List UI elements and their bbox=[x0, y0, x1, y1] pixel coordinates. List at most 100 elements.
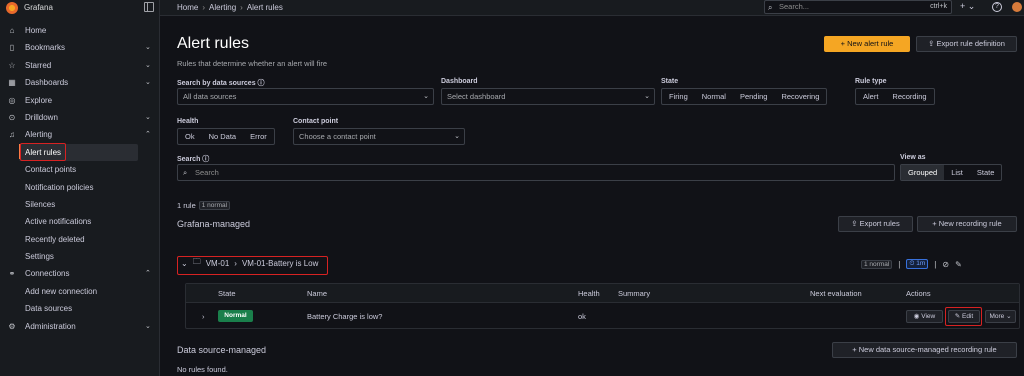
sidebar-item-explore[interactable]: ◎ Explore bbox=[0, 92, 160, 109]
chevron-down-icon[interactable]: ⌄ bbox=[145, 74, 151, 91]
home-icon: ⌂ bbox=[9, 26, 15, 35]
chevron-down-icon[interactable]: ⌄ bbox=[145, 57, 151, 74]
dashboard-select[interactable]: Select dashboard ⌄ bbox=[441, 88, 655, 105]
breadcrumb-home[interactable]: Home bbox=[177, 3, 198, 12]
sidebar-item-connections[interactable]: ⚭ Connections ⌃ bbox=[0, 265, 160, 282]
no-rules-message: No rules found. bbox=[177, 365, 228, 374]
bookmark-icon: ▯ bbox=[9, 43, 15, 53]
more-actions-button[interactable]: More ⌄ bbox=[985, 310, 1016, 323]
group-meta: 1 normal | ⏲ 1m | ⊘ ✎ bbox=[861, 259, 962, 269]
sidebar-item-label: Settings bbox=[25, 252, 54, 262]
chevron-down-icon[interactable]: ⌄ bbox=[145, 39, 151, 56]
sidebar-item-silences[interactable]: Silences bbox=[0, 196, 160, 213]
sidebar-item-active-notifications[interactable]: Active notifications bbox=[0, 213, 160, 230]
sidebar-item-contact-points[interactable]: Contact points bbox=[0, 161, 160, 178]
column-header-actions: Actions bbox=[906, 289, 931, 298]
sidebar-item-administration[interactable]: ⚙ Administration ⌄ bbox=[0, 318, 160, 335]
health-option-ok[interactable]: Ok bbox=[178, 129, 202, 144]
export-rule-definition-button[interactable]: ⇪ Export rule definition bbox=[916, 36, 1017, 52]
add-menu-button[interactable]: + ⌄ bbox=[960, 1, 975, 12]
table-header: State Name Health Summary Next evaluatio… bbox=[186, 284, 1019, 303]
sidebar-item-alerting[interactable]: ♫ Alerting ⌃ bbox=[0, 126, 160, 143]
state-option-recovering[interactable]: Recovering bbox=[774, 89, 826, 104]
rule-name[interactable]: Battery Charge is low? bbox=[307, 312, 382, 321]
sidebar-item-label: Dashboards bbox=[25, 78, 69, 88]
contact-point-select[interactable]: Choose a contact point ⌄ bbox=[293, 128, 465, 145]
export-icon: ⇪ bbox=[928, 39, 935, 48]
app-name: Grafana bbox=[24, 3, 53, 12]
state-option-firing[interactable]: Firing bbox=[662, 89, 695, 104]
divider: | bbox=[934, 259, 937, 269]
column-header-name: Name bbox=[307, 289, 328, 298]
sidebar-item-add-new-connection[interactable]: Add new connection bbox=[0, 283, 160, 300]
drilldown-icon: ⊙ bbox=[8, 112, 16, 122]
state-option-pending[interactable]: Pending bbox=[733, 89, 775, 104]
sidebar-item-label: Starred bbox=[25, 60, 52, 70]
chevron-down-icon: ⌄ bbox=[423, 93, 429, 100]
datasource-select[interactable]: All data sources ⌄ bbox=[177, 88, 434, 105]
plug-icon: ⚭ bbox=[8, 269, 16, 279]
evaluation-interval-badge: ⏲ 1m bbox=[906, 259, 929, 269]
grafana-logo-icon[interactable] bbox=[6, 2, 18, 14]
search-icon: ⌕ bbox=[183, 168, 188, 177]
edit-group-icon[interactable]: ✎ bbox=[955, 260, 962, 269]
state-filter: Firing Normal Pending Recovering bbox=[661, 88, 828, 105]
chevron-down-icon[interactable]: ⌄ bbox=[145, 318, 151, 335]
contact-point-select-value: Choose a contact point bbox=[299, 132, 376, 141]
breadcrumb: Home › Alerting › Alert rules bbox=[177, 3, 283, 12]
state-option-normal[interactable]: Normal bbox=[695, 89, 733, 104]
rules-summary: 1 rule 1 normal bbox=[177, 201, 231, 210]
avatar[interactable] bbox=[1012, 2, 1022, 12]
sidebar-item-settings[interactable]: Settings bbox=[0, 248, 160, 265]
plus-icon: + bbox=[960, 1, 966, 11]
help-button[interactable]: ? bbox=[992, 2, 1002, 12]
sidebar-item-bookmarks[interactable]: ▯ Bookmarks ⌄ bbox=[0, 39, 160, 56]
evaluation-interval: 1m bbox=[916, 260, 926, 267]
page-title: Alert rules bbox=[177, 35, 250, 52]
dashboard-select-value: Select dashboard bbox=[447, 92, 506, 101]
export-rules-button[interactable]: ⇪ Export rules bbox=[838, 216, 913, 232]
group-normal-badge: 1 normal bbox=[861, 259, 893, 269]
view-option-state[interactable]: State bbox=[970, 165, 1002, 180]
sidebar-item-dashboards[interactable]: ▦ Dashboards ⌄ bbox=[0, 74, 160, 91]
dock-menu-icon[interactable] bbox=[144, 2, 154, 12]
datasource-managed-title: Data source-managed bbox=[177, 345, 267, 355]
chevron-down-icon: ⌄ bbox=[967, 1, 976, 11]
view-rule-button[interactable]: ◉ View bbox=[906, 310, 943, 323]
breadcrumb-alerting[interactable]: Alerting bbox=[209, 3, 236, 12]
new-alert-rule-button[interactable]: + New alert rule bbox=[824, 36, 910, 52]
new-datasource-recording-rule-button[interactable]: + New data source-managed recording rule bbox=[832, 342, 1017, 358]
chevron-down-icon: ⌄ bbox=[644, 93, 650, 100]
sidebar-item-label: Administration bbox=[25, 321, 76, 331]
delete-group-icon[interactable]: ⊘ bbox=[942, 260, 949, 269]
compass-icon: ◎ bbox=[8, 95, 16, 105]
chevron-down-icon[interactable]: ⌄ bbox=[145, 109, 151, 126]
chevron-up-icon[interactable]: ⌃ bbox=[145, 265, 151, 282]
rule-type-option-alert[interactable]: Alert bbox=[856, 89, 885, 104]
sidebar-item-recently-deleted[interactable]: Recently deleted bbox=[0, 231, 160, 248]
chevron-up-icon[interactable]: ⌃ bbox=[145, 126, 151, 143]
datasource-select-value: All data sources bbox=[183, 92, 237, 101]
search-icon: ⌕ bbox=[768, 3, 773, 12]
view-option-grouped[interactable]: Grouped bbox=[901, 165, 945, 180]
breadcrumb-separator: › bbox=[202, 3, 206, 12]
sidebar-item-notification-policies[interactable]: Notification policies bbox=[0, 179, 160, 196]
view-as-label: View as bbox=[900, 154, 926, 161]
view-option-list[interactable]: List bbox=[944, 165, 970, 180]
global-search-input[interactable]: ⌕ Search... ctrl+k bbox=[764, 0, 952, 14]
rule-type-option-recording[interactable]: Recording bbox=[885, 89, 933, 104]
health-option-error[interactable]: Error bbox=[243, 129, 274, 144]
health-option-no-data[interactable]: No Data bbox=[202, 129, 244, 144]
expand-row-icon[interactable]: › bbox=[202, 312, 205, 321]
new-recording-rule-button[interactable]: + New recording rule bbox=[917, 216, 1017, 232]
sidebar-item-drilldown[interactable]: ⊙ Drilldown ⌄ bbox=[0, 109, 160, 126]
search-input[interactable]: ⌕ Search bbox=[177, 164, 895, 181]
sidebar-item-data-sources[interactable]: Data sources bbox=[0, 300, 160, 317]
highlight-box bbox=[177, 256, 328, 275]
column-header-summary: Summary bbox=[618, 289, 651, 298]
rules-count: 1 rule bbox=[177, 201, 196, 210]
sidebar-item-starred[interactable]: ☆ Starred ⌄ bbox=[0, 57, 160, 74]
rules-table: State Name Health Summary Next evaluatio… bbox=[185, 283, 1020, 329]
shortcut-hint: ctrl+k bbox=[930, 3, 947, 10]
sidebar-item-home[interactable]: ⌂ Home bbox=[0, 22, 160, 39]
